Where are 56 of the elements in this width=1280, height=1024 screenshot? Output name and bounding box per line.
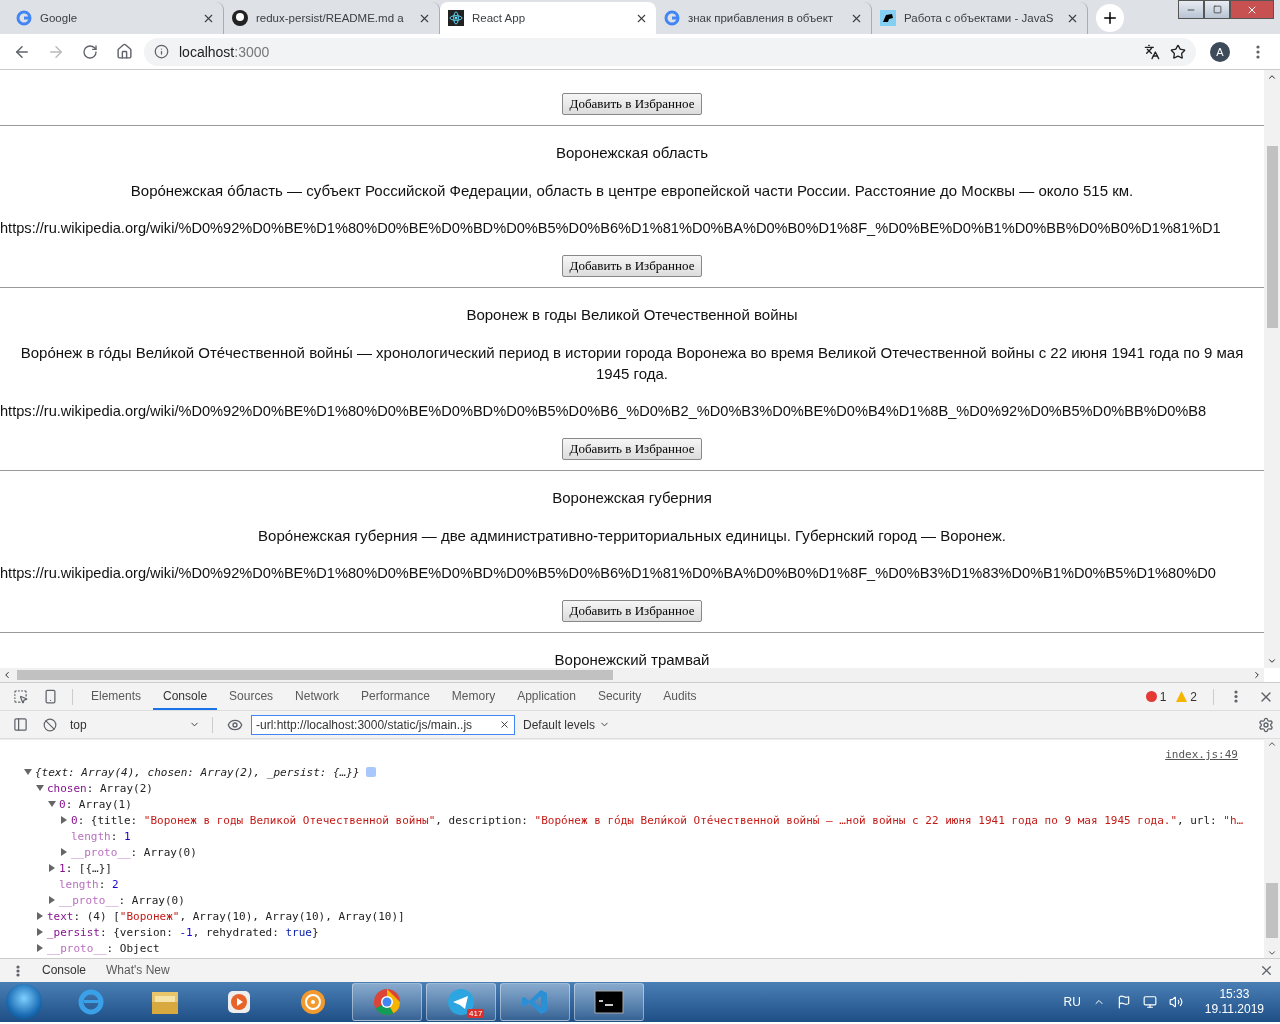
devtools-tab[interactable]: Application (507, 683, 586, 710)
article-description: Воро́неж в го́ды Вели́кой Оте́чественной войны́ — хронологический период в истории города Воронежа во время Великой Отечественной войны с 22 июня 1941 года по 9 мая 1945 года. (19, 343, 1245, 384)
levels-text: Default levels (523, 717, 596, 732)
console-line-text: __proto__: Object (47, 941, 160, 955)
clock-time: 15:33 (1219, 987, 1250, 1002)
devtools-tab[interactable]: Memory (441, 683, 506, 710)
article-title: Воронежская область (555, 143, 709, 163)
article-title: Воронежская губерния (552, 488, 712, 508)
article-url: https://ru.wikipedia.org/wiki/%D0%92%D0%BE%D1%80%D0%BE%D0%BD%D0%B5%D0%B6%D1%81%D0%BA%D0%B0%D1%8F_%D0%BE%D0%B1%D0%BB%D0%B0%D1%81%D1 (0, 219, 1221, 238)
console-line-text: 1: [{…}] (59, 861, 112, 875)
drawer-tab[interactable]: What's New (96, 957, 180, 984)
console-line-text: 0: {title: "Воронеж в годы Великой Отечественной войны", description: "Воро́неж в го́ды Вели́кой Оте́чественной войны́ — …ной войны с 22 июня 1941 года по 9 мая 1945 года.", url: "h… (71, 813, 1244, 827)
article-title: Воронеж в годы Великой Отечественной войны (466, 305, 798, 325)
console-line-text: text: (4) ["Воронеж", Array(10), Array(10), Array(10)] (47, 909, 405, 923)
error-count[interactable]: 1 (1145, 689, 1167, 704)
console-line-text: chosen: Array(2) (47, 781, 153, 795)
warning-count[interactable]: 2 (1176, 689, 1197, 704)
devtools-tab[interactable]: Sources (219, 683, 284, 710)
source-link[interactable]: index.js:49 (1165, 748, 1238, 761)
article-title: Воронежский трамвай (554, 650, 710, 668)
clock-date: 19.11.2019 (1204, 1002, 1264, 1017)
console-line-text: 0: Array(1) (59, 797, 132, 811)
devtools-tab[interactable]: Audits (653, 683, 707, 710)
warning-count-text: 2 (1190, 689, 1197, 704)
filter-field[interactable]: -url:http://localhost:3000/static/js/main..js (251, 714, 515, 735)
console-line-text: __proto__: Array(0) (71, 845, 197, 859)
clock[interactable]: 15:33 19.11.2019 (1194, 987, 1274, 1017)
console-line-text: _persist: {version: -1, rehydrated: true} (47, 925, 319, 939)
article-description: Воро́нежская о́бласть — субъект Российской Федерации, область в центре европейской части России. Расстояние до Москвы — около 515 км. (129, 181, 1135, 201)
add-favorite-button[interactable]: Добавить в Избранное (561, 93, 703, 115)
address-field[interactable]: localhost:3000 (144, 37, 1196, 66)
devtools-tab[interactable]: Elements (81, 683, 152, 710)
console-line-text: {text: Array(4), chosen: Array(2), _persist: {…}} (35, 765, 360, 779)
language-indicator[interactable]: RU (1063, 995, 1081, 1009)
add-favorite-button[interactable]: Добавить в Избранное (561, 600, 703, 622)
context-select[interactable]: top (66, 714, 204, 735)
profile-avatar[interactable]: A (1210, 41, 1230, 62)
context-text: top (70, 717, 87, 732)
article-url: https://ru.wikipedia.org/wiki/%D0%92%D0%BE%D1%80%D0%BE%D0%BD%D0%B5%D0%B6%D1%81%D0%BA%D0%B0%D1%8F_%D0%B3%D1%83%D0%B1%D0%B5%D1%80%D0 (0, 564, 1216, 583)
unread-badge: 417 (467, 1009, 485, 1018)
article-url: https://ru.wikipedia.org/wiki/%D0%92%D0%BE%D1%80%D0%BE%D0%BD%D0%B5%D0%B6_%D0%B2_%D0%B3%D0%BE%D0%B4%D1%8B_%D0%92%D0%B5%D0%BB%D0%B8 (0, 402, 1207, 421)
filter-text: -url:http://localhost:3000/static/js/main..js (256, 717, 473, 732)
console-line-text: length: 1 (71, 829, 131, 843)
console-line-text: length: 2 (59, 877, 119, 891)
url-text: localhost:3000 (179, 43, 270, 60)
error-count-text: 1 (1159, 689, 1167, 704)
add-favorite-button[interactable]: Добавить в Избранное (561, 438, 703, 460)
devtools-tab[interactable]: Performance (351, 683, 440, 710)
browser-tab[interactable]: React App (440, 2, 656, 34)
levels-dropdown[interactable]: Default levels (517, 717, 617, 732)
devtools-tab[interactable]: Network (285, 683, 350, 710)
article-description: Воро́нежская губерния — две административно-территориальных единицы. Губернский город — Воронеж. (257, 526, 1007, 546)
add-favorite-button[interactable]: Добавить в Избранное (561, 255, 703, 277)
console-line-text: __proto__: Array(0) (59, 893, 185, 907)
running-app-button[interactable]: 417 (426, 983, 496, 1021)
devtools-tab[interactable]: Security (587, 683, 652, 710)
